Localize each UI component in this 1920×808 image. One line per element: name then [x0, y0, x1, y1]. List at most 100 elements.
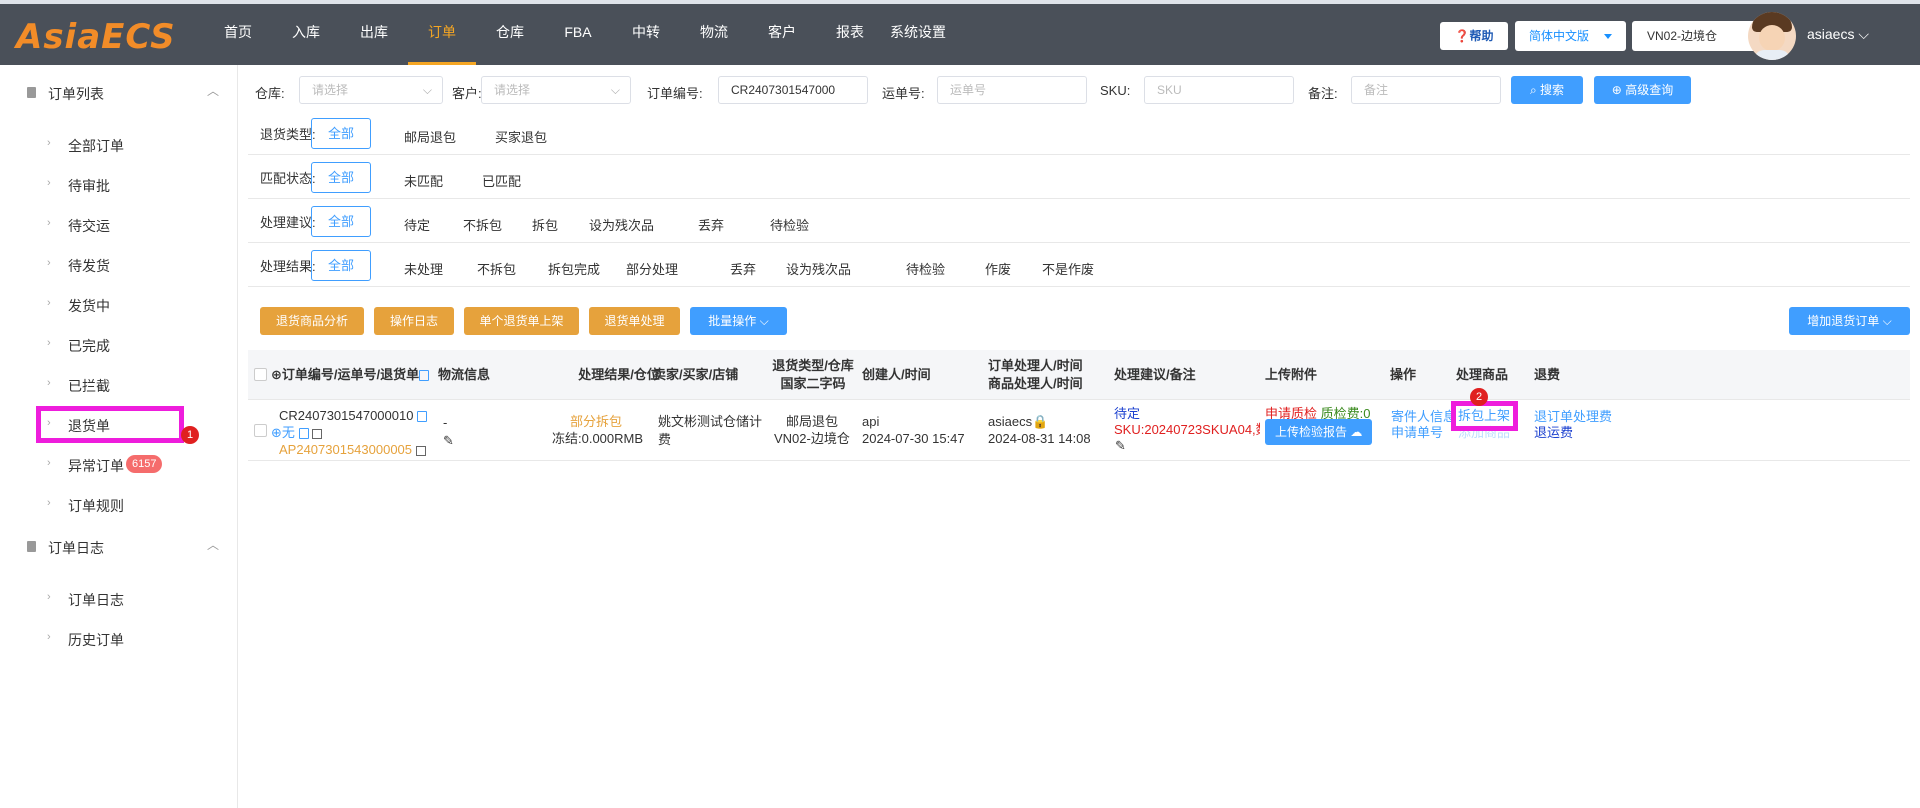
filter-option[interactable]: 设为残次品 — [589, 215, 654, 234]
edit-icon[interactable] — [312, 428, 323, 439]
filter-option[interactable]: 拆包 — [532, 215, 558, 234]
sidebar-item[interactable]: › 订单规则 — [0, 485, 237, 525]
filter-option-row: 处理建议: 全部 待定 不拆包 拆包 设为残次品 丢弃 待检验 — [248, 199, 1910, 243]
edit-icon[interactable]: ✎ — [443, 432, 454, 450]
customer-filter-select[interactable]: 请选择 ⌵ — [481, 76, 631, 104]
filter-bar: 仓库: 请选择 ⌵ 客户: 请选择 ⌵ 订单编号: CR2407301547000 … — [248, 76, 1920, 106]
table-row: CR2407301547000010 ⊕无 AP2407301543000005… — [248, 388, 1910, 461]
sidebar-item-label: 待审批 — [68, 178, 110, 194]
sidebar-item-label: 已完成 — [68, 338, 110, 354]
filter-option[interactable]: 未处理 — [404, 259, 443, 278]
col-logistics: 物流信息 — [438, 367, 491, 382]
search-icon: ⊕ — [1611, 83, 1626, 97]
sidebar-item[interactable]: › 异常订单 6157 — [0, 445, 237, 485]
copy-icon[interactable] — [298, 428, 309, 440]
refund-freight-link[interactable]: 退运费 — [1534, 424, 1573, 442]
sidebar-item[interactable]: › 待审批 — [0, 165, 237, 205]
user-menu[interactable]: asiaecs ⌵ — [1807, 26, 1869, 43]
edit-note-icon[interactable]: ✎ — [1115, 437, 1126, 455]
nav-item[interactable]: 物流 — [680, 4, 748, 65]
filter-option[interactable]: 已匹配 — [482, 171, 521, 190]
nav-item[interactable]: 中转 — [612, 4, 680, 65]
user-name: asiaecs — [1807, 26, 1855, 42]
nav-item[interactable]: 系统设置 — [884, 4, 952, 65]
sku-input[interactable]: SKU — [1144, 76, 1294, 104]
remark-input[interactable]: 备注 — [1351, 76, 1501, 104]
process-result: 部分拆包 — [570, 414, 623, 429]
row-checkbox[interactable] — [254, 424, 267, 437]
language-select[interactable]: 简体中文版 — [1515, 21, 1626, 51]
sidebar-item[interactable]: › 全部订单 — [0, 125, 237, 165]
filter-option[interactable]: 不拆包 — [477, 259, 516, 278]
nav-item[interactable]: 入库 — [272, 4, 340, 65]
add-return-order-button[interactable]: 增加退货订单 ⌵ — [1789, 307, 1910, 335]
col-seller: 卖家/买家/店铺 — [653, 367, 739, 382]
handle-time: 2024-08-31 14:08 — [988, 431, 1091, 446]
filter-option[interactable]: 不是作废 — [1042, 259, 1094, 278]
nav-item[interactable]: 订单 — [408, 4, 476, 65]
warehouse-filter-select[interactable]: 请选择 ⌵ — [299, 76, 443, 104]
filter-option[interactable]: 丢弃 — [698, 215, 724, 234]
filter-option[interactable]: 待定 — [404, 215, 430, 234]
nav-item[interactable]: FBA — [544, 4, 612, 65]
top-navbar: AsiaECS 首页 入库 出库 订单 仓库 FBA 中转 物流 客户 报表 系统设置 ❓帮助 简体… — [0, 4, 1920, 65]
upload-report-button[interactable]: 上传检验报告 ☁ — [1265, 419, 1373, 445]
filter-option[interactable]: 待检验 — [770, 215, 809, 234]
caret-down-icon — [1604, 34, 1612, 39]
filter-option-label: 退货类型: — [260, 127, 316, 142]
filter-option[interactable]: 丢弃 — [730, 259, 756, 278]
order-no-label: 订单编号: — [647, 86, 703, 101]
avatar[interactable] — [1748, 12, 1796, 60]
search-button[interactable]: ⌕ 搜索 — [1511, 76, 1583, 104]
filter-option-label: 匹配状态: — [260, 171, 316, 186]
filter-option[interactable]: 全部 — [311, 118, 371, 149]
nav-item[interactable]: 报表 — [816, 4, 884, 65]
filter-option[interactable]: 全部 — [311, 162, 371, 193]
tracking-input[interactable]: 运单号 — [937, 76, 1087, 104]
sidebar-group-order-log[interactable]: 订单日志 ︿ — [0, 527, 237, 567]
single-return-shelve-button[interactable]: 单个退货单上架 — [464, 307, 579, 335]
filter-option-label: 处理结果: — [260, 259, 316, 274]
filter-option[interactable]: 作废 — [985, 259, 1011, 278]
filter-option[interactable]: 设为残次品 — [786, 259, 851, 278]
copy-icon[interactable] — [417, 411, 428, 423]
operation-log-button[interactable]: 操作日志 — [374, 307, 454, 335]
sidebar-item[interactable]: › 订单日志 — [0, 579, 237, 619]
sidebar-item[interactable]: › 待发货 — [0, 245, 237, 285]
filter-option[interactable]: 全部 — [311, 206, 371, 237]
filter-option[interactable]: 不拆包 — [463, 215, 502, 234]
sidebar-item[interactable]: › 已完成 — [0, 325, 237, 365]
nav-item[interactable]: 首页 — [204, 4, 272, 65]
sidebar-item[interactable]: › 待交运 — [0, 205, 237, 245]
return-number[interactable]: AP2407301543000005 — [279, 441, 426, 459]
chevron-right-icon: › — [47, 177, 51, 189]
edit-icon[interactable] — [415, 445, 426, 456]
filter-option[interactable]: 部分处理 — [626, 259, 678, 278]
filter-option[interactable]: 拆包完成 — [548, 259, 600, 278]
advanced-search-button[interactable]: ⊕ 高级查询 — [1594, 76, 1691, 104]
sidebar-item[interactable]: › 历史订单 — [0, 619, 237, 659]
select-all-checkbox[interactable] — [254, 368, 267, 381]
filter-option[interactable]: 待检验 — [906, 259, 945, 278]
order-no-input[interactable]: CR2407301547000 — [718, 76, 868, 104]
help-button[interactable]: ❓帮助 — [1440, 22, 1508, 50]
apply-number-link[interactable]: 申请单号 — [1391, 424, 1443, 442]
nav-item[interactable]: 出库 — [340, 4, 408, 65]
cloud-upload-icon: ☁ — [1350, 425, 1363, 439]
warehouse-label: VN02-边境仓 — [1647, 29, 1718, 43]
sidebar-item[interactable]: › 已拦截 — [0, 365, 237, 405]
sidebar-group-order-list[interactable]: 订单列表 ︿ — [0, 73, 237, 113]
sidebar-item[interactable]: › 发货中 — [0, 285, 237, 325]
return-processing-button[interactable]: 退货单处理 — [589, 307, 680, 335]
nav-item[interactable]: 仓库 — [476, 4, 544, 65]
return-analysis-button[interactable]: 退货商品分析 — [260, 307, 364, 335]
chevron-right-icon: › — [47, 457, 51, 469]
filter-option[interactable]: 买家退包 — [495, 127, 547, 146]
batch-operation-button[interactable]: 批量操作 ⌵ — [690, 307, 787, 335]
sidebar-item-label: 全部订单 — [68, 138, 124, 154]
filter-option[interactable]: 未匹配 — [404, 171, 443, 190]
filter-option[interactable]: 邮局退包 — [404, 127, 456, 146]
filter-option[interactable]: 全部 — [311, 250, 371, 281]
nav-item[interactable]: 客户 — [748, 4, 816, 65]
document-icon — [27, 541, 36, 552]
